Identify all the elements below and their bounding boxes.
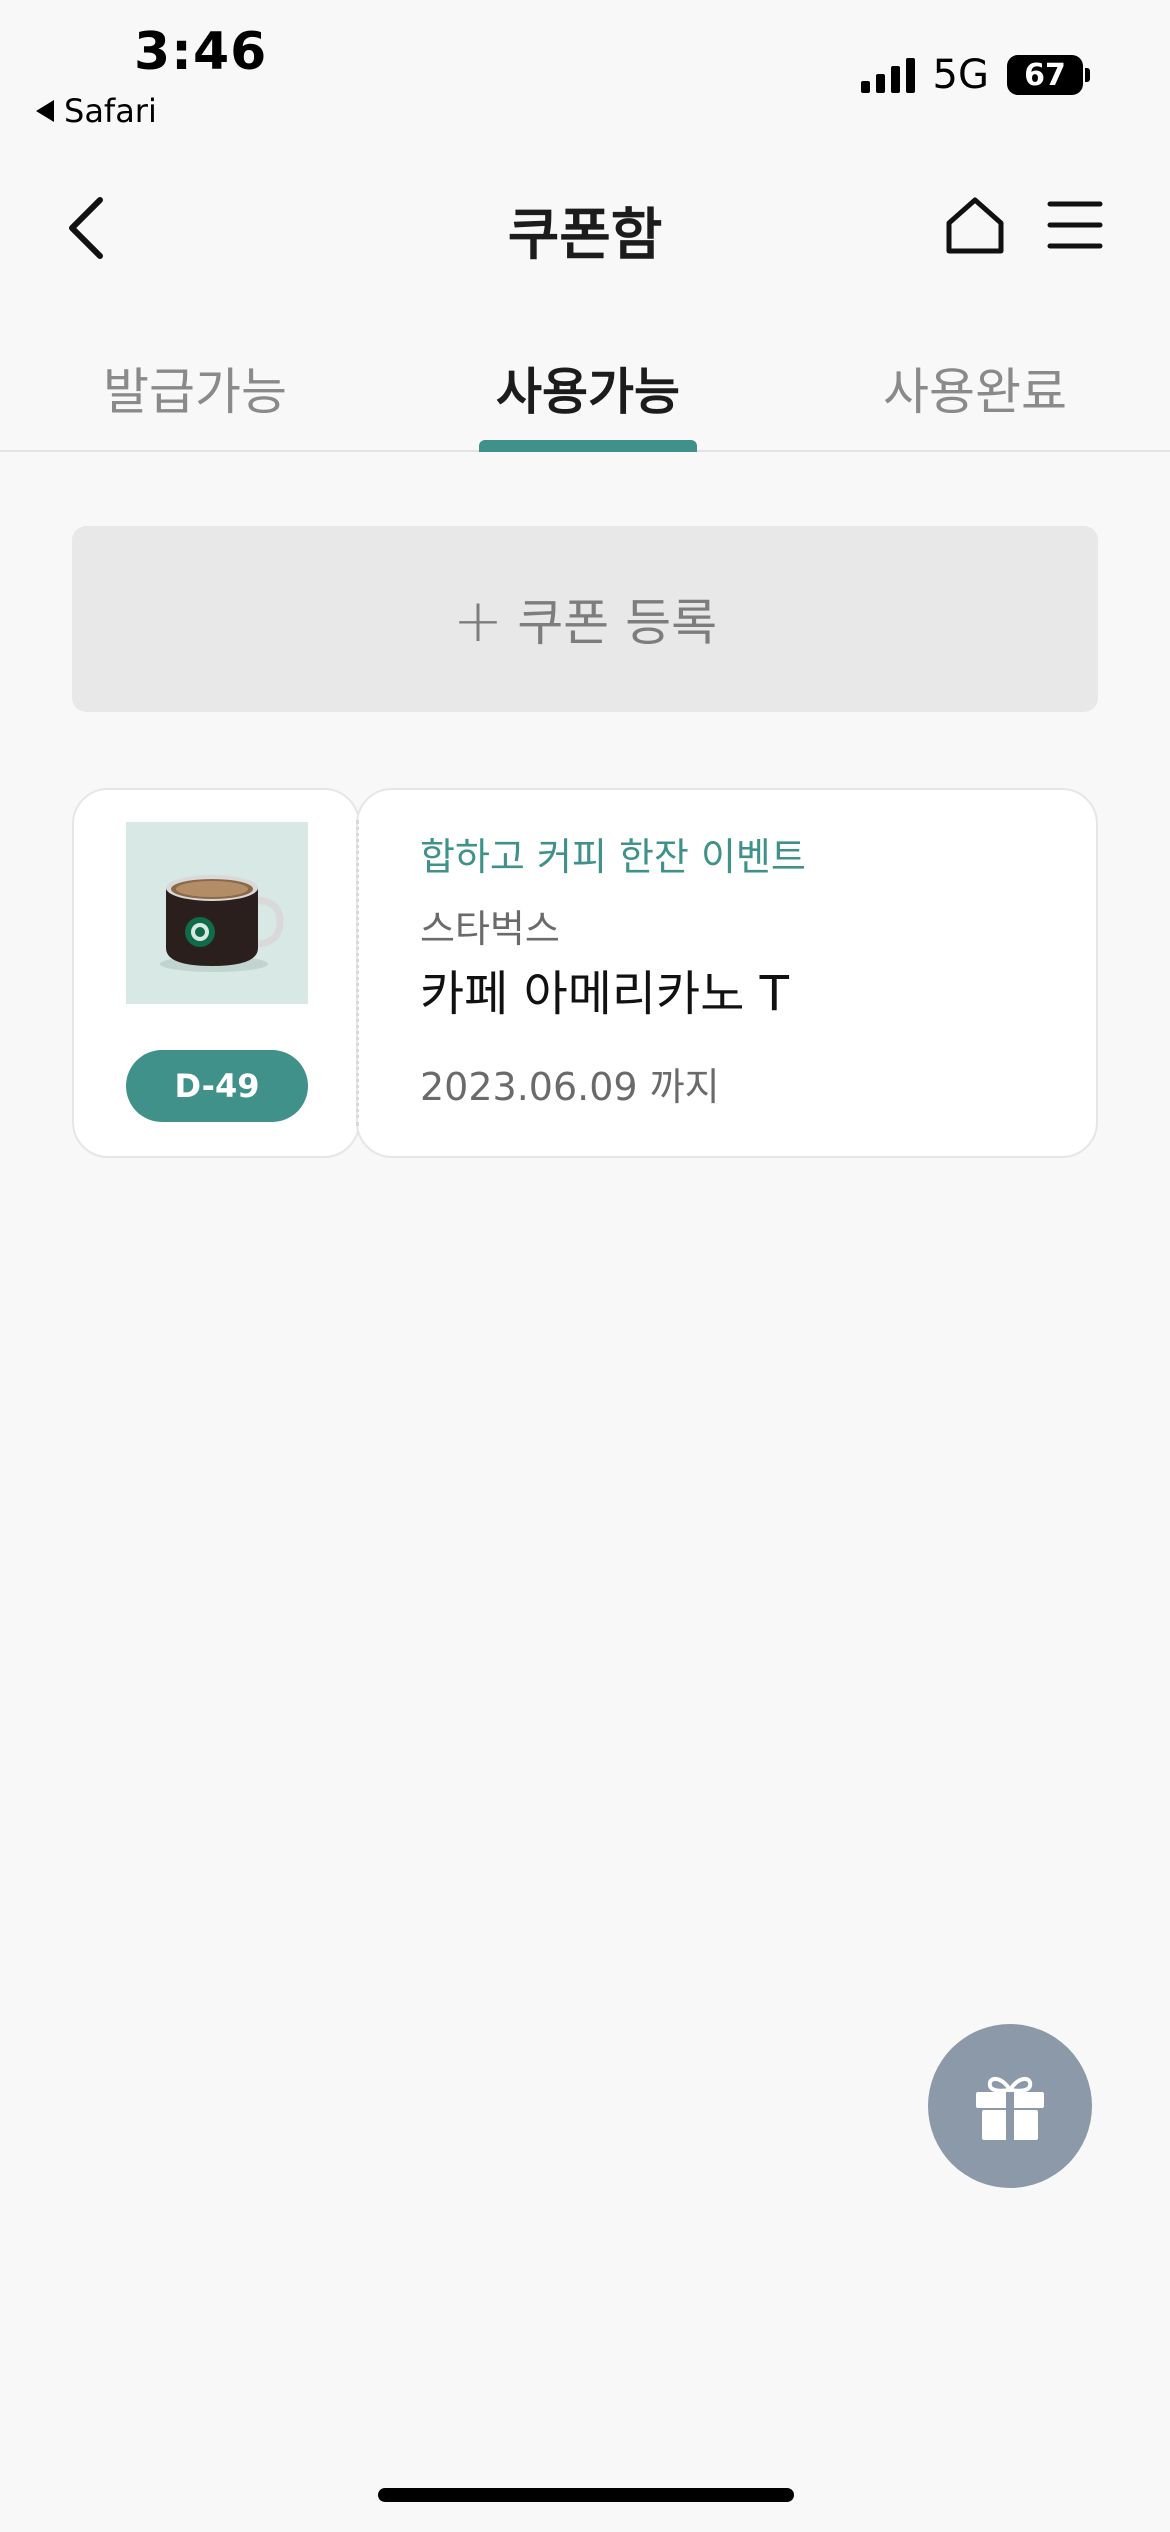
home-indicator	[378, 2488, 794, 2502]
coupon-expiry-date: 2023.06.09 까지	[420, 1065, 720, 1109]
coupon-event-name: 합하고 커피 한잔 이벤트	[420, 835, 806, 879]
gift-icon	[976, 2077, 1044, 2140]
battery-level: 67	[1007, 55, 1083, 95]
tab-issuable[interactable]: 발급가능	[60, 330, 330, 450]
gift-button[interactable]	[928, 2024, 1092, 2188]
back-app-label: Safari	[64, 92, 157, 130]
home-icon	[946, 197, 1004, 254]
status-indicators: 5G 67	[860, 52, 1090, 98]
back-triangle-icon	[36, 100, 54, 122]
menu-button[interactable]	[1040, 190, 1110, 260]
tab-used[interactable]: 사용완료	[840, 330, 1110, 450]
status-time: 3:46	[134, 22, 268, 82]
battery-icon: 67	[1007, 55, 1090, 95]
coupon-perforation	[356, 820, 359, 1126]
coupon-brand: 스타벅스	[420, 907, 560, 951]
dday-badge: D-49	[126, 1050, 308, 1122]
plus-icon: +	[452, 586, 504, 656]
cellular-signal-icon	[860, 57, 915, 93]
hamburger-menu-icon	[1047, 201, 1103, 249]
register-coupon-button[interactable]: + 쿠폰 등록	[72, 526, 1098, 712]
tab-usable[interactable]: 사용가능	[450, 330, 726, 450]
register-coupon-label: 쿠폰 등록	[517, 594, 718, 652]
coffee-mug-image	[126, 822, 308, 1004]
back-to-safari-link[interactable]: Safari	[36, 92, 157, 130]
home-button[interactable]	[940, 190, 1010, 260]
active-tab-indicator	[479, 440, 697, 452]
coupon-tabs: 발급가능 사용가능 사용완료	[0, 330, 1170, 452]
app-header: 쿠폰함	[0, 160, 1170, 290]
coupon-product-name: 카페 아메리카노 T	[420, 966, 789, 1022]
network-type: 5G	[932, 52, 989, 98]
